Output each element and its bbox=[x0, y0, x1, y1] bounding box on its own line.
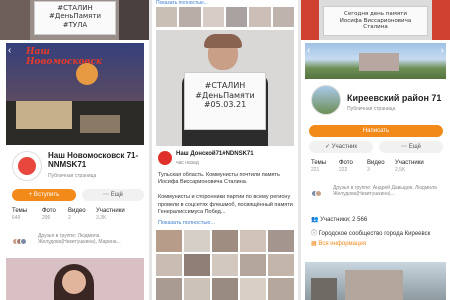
top-post-photo[interactable]: Сегодня день памяти Иосифа Виссарионович… bbox=[301, 0, 450, 40]
stat-members[interactable]: Участники 3,3K bbox=[96, 208, 125, 221]
stat-value: 222 bbox=[339, 167, 348, 173]
group-name: Наш Новомосковск 71-NNMSK71 bbox=[48, 151, 139, 170]
stat-value: 296 bbox=[42, 215, 51, 221]
show-more-link[interactable]: Показать полностью... bbox=[158, 220, 215, 226]
group-cover-image[interactable]: ‹ › bbox=[305, 43, 446, 79]
stat-value: 2 bbox=[68, 215, 71, 221]
group-name: Киреевский район 71 bbox=[347, 93, 442, 103]
stat-value: 3 bbox=[367, 167, 370, 173]
stat-label: Видео bbox=[68, 208, 86, 214]
top-post-photo[interactable]: #СТАЛИН #ДеньПамяти #ТУЛА bbox=[0, 0, 149, 40]
all-info-link[interactable]: ▦ Вся информация bbox=[311, 240, 366, 247]
city-description: Городское сообщество города Киреевск bbox=[318, 231, 431, 237]
author-avatar[interactable] bbox=[158, 151, 172, 165]
group-profile-kireevsk: Сегодня день памяти Иосифа Виссарионович… bbox=[301, 0, 450, 300]
show-more-top[interactable]: Показать полностью... bbox=[156, 0, 211, 6]
friend-avatar bbox=[315, 190, 322, 198]
friends-in-group[interactable]: Друзья в группе: Андрей Давыдов, Людмила… bbox=[311, 185, 447, 201]
post-main-photo[interactable]: #СТАЛИН #ДеньПамяти #05.03.21 bbox=[156, 30, 294, 146]
more-label: Ещё bbox=[110, 192, 123, 198]
post-photo[interactable] bbox=[305, 262, 446, 300]
top-photo-grid[interactable] bbox=[152, 7, 298, 27]
cover-title: Наш Новомосковск bbox=[26, 47, 103, 67]
friends-in-group[interactable]: Друзья в группе: Людмила Желудова(Никиту… bbox=[12, 233, 146, 249]
post-text: Тульская область. Коммунисты почтили пам… bbox=[158, 172, 293, 216]
page-type: Публичная страница bbox=[48, 173, 97, 179]
stat-label: Видео bbox=[367, 160, 385, 166]
stat-videos[interactable]: Видео 3 bbox=[367, 160, 385, 173]
memorial-sign: Сегодня день памяти Иосифа Виссарионович… bbox=[323, 6, 428, 36]
stat-members[interactable]: Участники 2,5K bbox=[395, 160, 424, 173]
post-view-ndnsk71: Показать полностью... #СТАЛИН #ДеньПамят… bbox=[152, 0, 298, 300]
stat-label: Фото bbox=[42, 208, 56, 214]
stat-value: 649 bbox=[12, 215, 21, 221]
members-icon: 👥 bbox=[311, 217, 319, 223]
stat-topics[interactable]: Темы 649 bbox=[12, 208, 27, 221]
join-button[interactable]: + Вступить bbox=[12, 189, 76, 201]
stat-label: Фото bbox=[339, 160, 353, 166]
stat-photos[interactable]: Фото 222 bbox=[339, 160, 353, 173]
protest-sign: #СТАЛИН #ДеньПамяти #ТУЛА bbox=[34, 1, 116, 35]
stat-photos[interactable]: Фото 296 bbox=[42, 208, 56, 221]
more-button[interactable]: ⋯ Ещё bbox=[379, 141, 443, 153]
group-avatar[interactable] bbox=[12, 151, 42, 181]
stat-videos[interactable]: Видео 2 bbox=[68, 208, 86, 221]
post-photo-grid[interactable] bbox=[156, 230, 294, 300]
stat-topics[interactable]: Темы 221 bbox=[311, 160, 326, 173]
chevron-left-icon[interactable]: ‹ bbox=[307, 45, 310, 56]
write-button[interactable]: Написать bbox=[309, 125, 443, 137]
group-avatar[interactable] bbox=[311, 85, 341, 115]
more-label: Ещё bbox=[408, 144, 421, 150]
stat-label: Участники bbox=[395, 160, 424, 166]
stat-label: Темы bbox=[12, 208, 28, 214]
group-cover-image[interactable]: Наш Новомосковск ‹ bbox=[6, 43, 144, 145]
all-info-label: Вся информация bbox=[318, 241, 367, 247]
stat-value: 221 bbox=[311, 167, 320, 173]
more-icon: ⋯ bbox=[401, 144, 409, 150]
more-button[interactable]: ⋯ Ещё bbox=[82, 189, 144, 201]
chevron-left-icon[interactable]: ‹ bbox=[8, 45, 11, 56]
post-time: час назад bbox=[176, 160, 199, 166]
protest-sign: #СТАЛИН #ДеньПамяти #05.03.21 bbox=[184, 72, 266, 130]
stat-label: Участники bbox=[96, 208, 125, 214]
city-row[interactable]: ⓘ Городское сообщество города Киреевск bbox=[311, 228, 447, 237]
member-button[interactable]: ✓ Участник bbox=[309, 141, 373, 153]
more-icon: ⋯ bbox=[103, 192, 111, 198]
stat-label: Темы bbox=[311, 160, 327, 166]
info-icon: ⓘ bbox=[311, 231, 319, 237]
stat-value: 3,3K bbox=[96, 215, 107, 221]
members-row[interactable]: 👥 Участники: 2 566 bbox=[311, 216, 445, 223]
post-photo[interactable] bbox=[6, 258, 144, 300]
members-count: Участники: 2 566 bbox=[320, 217, 368, 223]
friend-avatar bbox=[20, 238, 27, 246]
chevron-right-icon[interactable]: › bbox=[441, 45, 444, 56]
page-type: Публичная страница bbox=[347, 106, 396, 112]
author-name[interactable]: Наш Донской71#NDNSK71 bbox=[176, 151, 254, 157]
group-profile-novomoskovsk: #СТАЛИН #ДеньПамяти #ТУЛА Наш Новомосков… bbox=[0, 0, 149, 300]
stat-value: 2,5K bbox=[395, 167, 406, 173]
